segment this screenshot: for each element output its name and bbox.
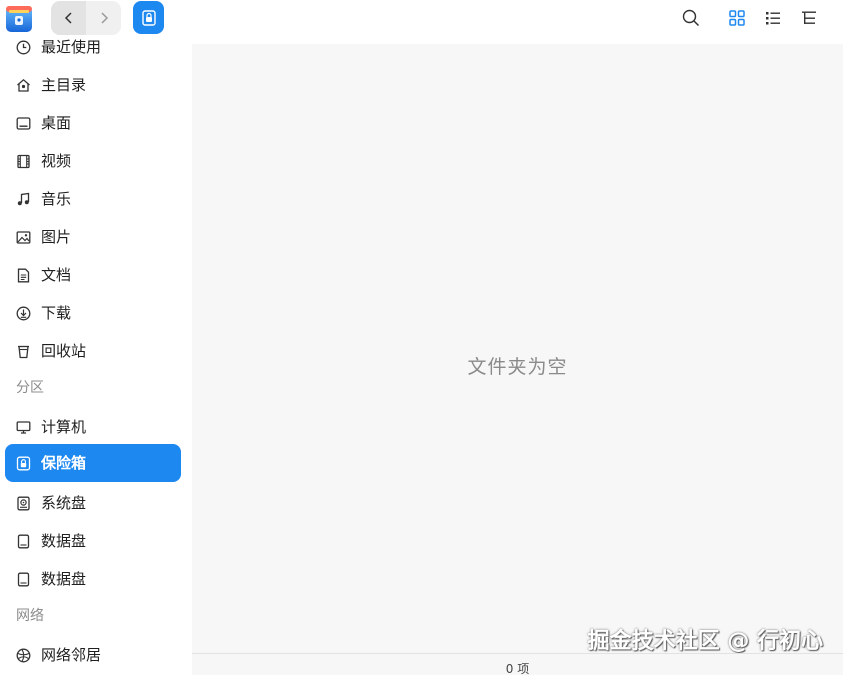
watermark: 掘金技术社区 @ 行初心 — [587, 629, 823, 654]
sidebar-item-label: 图片 — [41, 228, 72, 246]
tree-view-icon — [801, 10, 817, 26]
sidebar-item-label: 主目录 — [41, 76, 87, 94]
sidebar-item-data-disk-2[interactable]: 数据盘 — [5, 560, 181, 598]
sidebar-item-documents[interactable]: 文档 — [5, 256, 181, 294]
sidebar-item-recent[interactable]: 最近使用 — [5, 28, 181, 66]
sidebar-item-downloads[interactable]: 下载 — [5, 294, 181, 332]
image-icon — [15, 229, 31, 245]
clock-icon — [15, 39, 31, 55]
tree-view-button[interactable] — [799, 8, 819, 28]
chevron-left-icon — [63, 12, 75, 24]
document-icon — [15, 267, 31, 283]
sidebar-item-label: 文档 — [41, 266, 72, 284]
sidebar-item-system-disk[interactable]: 系统盘 — [5, 484, 181, 522]
sidebar-item-trash[interactable]: 回收站 — [5, 332, 181, 370]
file-view-area[interactable]: 文件夹为空 掘金技术社区 @ 行初心 — [192, 44, 843, 654]
sidebar-item-network-neighborhood[interactable]: 网络邻居 — [5, 636, 181, 674]
computer-icon — [15, 419, 31, 435]
item-count: 0 项 — [505, 662, 530, 675]
empty-folder-message: 文件夹为空 — [467, 356, 568, 378]
list-view-button[interactable] — [763, 8, 783, 28]
sidebar-item-label: 音乐 — [41, 190, 72, 208]
status-bar: 0 项 — [192, 653, 843, 675]
download-icon — [15, 305, 31, 321]
sidebar-item-label: 保险箱 — [41, 454, 87, 472]
sidebar-item-label: 桌面 — [41, 114, 72, 132]
search-icon — [682, 9, 700, 27]
sidebar-item-label: 回收站 — [41, 342, 87, 360]
sidebar-item-vault[interactable]: 保险箱 — [5, 444, 181, 482]
icon-view-button[interactable] — [727, 8, 747, 28]
partition-section-header: 分区 — [16, 380, 44, 396]
vault-lock-icon — [141, 9, 156, 26]
sidebar-item-label: 计算机 — [41, 418, 87, 436]
network-icon — [15, 647, 31, 663]
sidebar-item-videos[interactable]: 视频 — [5, 142, 181, 180]
network-section-header: 网络 — [16, 608, 44, 624]
chevron-right-icon — [98, 12, 110, 24]
sidebar-item-label: 下载 — [41, 304, 72, 322]
icon-view-icon — [729, 10, 745, 26]
vault-icon — [15, 455, 31, 471]
sidebar-item-home[interactable]: 主目录 — [5, 66, 181, 104]
search-button[interactable] — [681, 8, 701, 28]
list-view-icon — [765, 10, 781, 26]
system-disk-icon — [15, 495, 31, 511]
sidebar-item-data-disk-1[interactable]: 数据盘 — [5, 522, 181, 560]
video-icon — [15, 153, 31, 169]
home-icon — [15, 77, 31, 93]
sidebar-item-label: 数据盘 — [41, 532, 87, 550]
sidebar-item-label: 最近使用 — [41, 38, 102, 56]
file-manager-window: 最近使用 主目录 桌面 视频 音乐 图片 文档 下载 回收站 分区 计算机 保险… — [0, 0, 843, 675]
sidebar-item-computer[interactable]: 计算机 — [5, 408, 181, 446]
disk-icon — [15, 533, 31, 549]
trash-icon — [15, 343, 31, 359]
sidebar-item-music[interactable]: 音乐 — [5, 180, 181, 218]
sidebar-item-label: 系统盘 — [41, 494, 87, 512]
sidebar: 最近使用 主目录 桌面 视频 音乐 图片 文档 下载 回收站 分区 计算机 保险… — [0, 36, 192, 675]
sidebar-item-label: 数据盘 — [41, 570, 87, 588]
desktop-icon — [15, 115, 31, 131]
disk-icon — [15, 571, 31, 587]
sidebar-item-label: 视频 — [41, 152, 72, 170]
music-icon — [15, 191, 31, 207]
sidebar-item-label: 网络邻居 — [41, 646, 102, 664]
sidebar-item-pictures[interactable]: 图片 — [5, 218, 181, 256]
sidebar-item-desktop[interactable]: 桌面 — [5, 104, 181, 142]
